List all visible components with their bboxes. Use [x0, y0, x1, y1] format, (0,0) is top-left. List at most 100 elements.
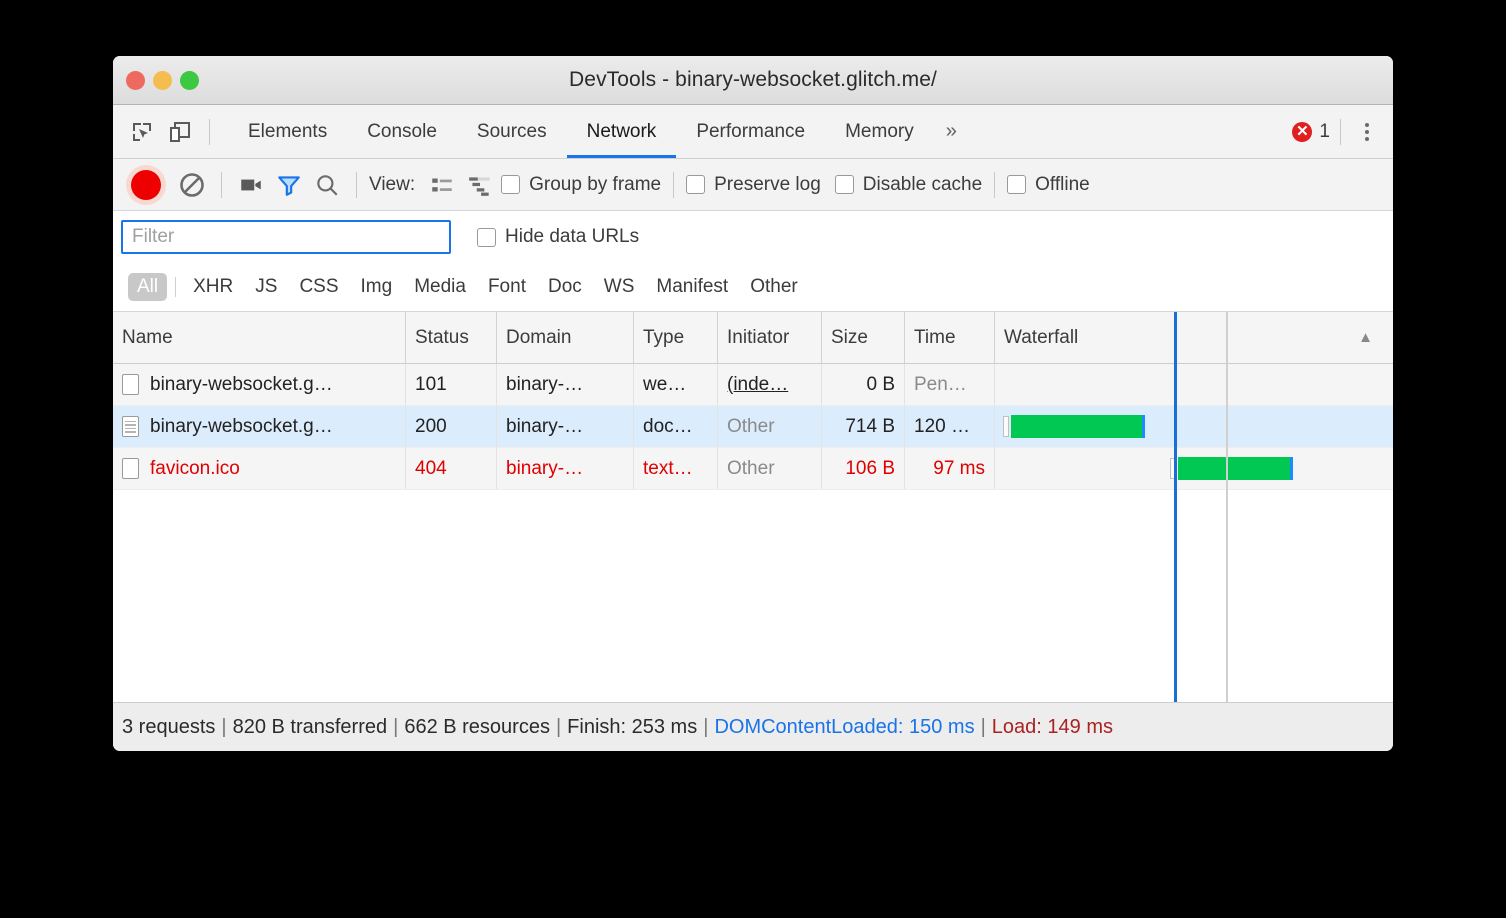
tab-elements[interactable]: Elements	[228, 105, 347, 158]
cell-time: 97 ms	[905, 448, 995, 489]
record-button[interactable]	[127, 166, 165, 204]
type-filter-css[interactable]: CSS	[290, 273, 347, 301]
type-filter-doc[interactable]: Doc	[539, 273, 591, 301]
tab-performance[interactable]: Performance	[676, 105, 825, 158]
checkbox-box	[501, 175, 520, 194]
network-toolbar: View: Group by frame Pres	[113, 159, 1393, 211]
tab-console[interactable]: Console	[347, 105, 457, 158]
cell-initiator: Other	[718, 448, 822, 489]
cell-type: we…	[634, 364, 718, 405]
finish-time: Finish: 253 ms	[567, 716, 697, 739]
devtools-tab-bar: Elements Console Sources Network Perform…	[113, 105, 1393, 159]
checkbox-box	[686, 175, 705, 194]
table-row[interactable]: favicon.ico 404 binary-… text… Other 106…	[113, 448, 1393, 490]
tabbar-divider	[209, 119, 210, 145]
transferred-size: 820 B transferred	[233, 716, 388, 739]
status-separator: |	[703, 716, 708, 739]
toolbar-divider-3	[673, 172, 674, 198]
cell-status: 101	[406, 364, 497, 405]
search-icon[interactable]	[308, 166, 346, 204]
column-header-size[interactable]: Size	[822, 312, 905, 363]
column-header-type[interactable]: Type	[634, 312, 718, 363]
close-window-button[interactable]	[126, 71, 145, 90]
more-vertical-icon[interactable]	[1351, 123, 1383, 141]
tab-sources[interactable]: Sources	[457, 105, 567, 158]
request-name: binary-websocket.g…	[150, 374, 333, 396]
group-by-frame-checkbox[interactable]: Group by frame	[501, 174, 661, 196]
cell-name[interactable]: favicon.ico	[113, 448, 406, 489]
column-header-initiator[interactable]: Initiator	[718, 312, 822, 363]
toolbar-divider-2	[356, 172, 357, 198]
type-filter-xhr[interactable]: XHR	[184, 273, 242, 301]
inspect-cursor-icon[interactable]	[123, 113, 161, 151]
type-filter-manifest[interactable]: Manifest	[647, 273, 737, 301]
status-separator: |	[393, 716, 398, 739]
table-header-row: Name Status Domain Type Initiator Size T…	[113, 312, 1393, 364]
table-row[interactable]: binary-websocket.g… 200 binary-… doc… Ot…	[113, 406, 1393, 448]
hide-data-urls-label: Hide data URLs	[505, 226, 639, 248]
group-by-frame-label: Group by frame	[529, 174, 661, 196]
type-filter-divider	[175, 277, 176, 297]
blank-document-icon	[122, 458, 139, 479]
checkbox-box	[835, 175, 854, 194]
list-view-icon[interactable]	[423, 166, 461, 204]
type-filter-font[interactable]: Font	[479, 273, 535, 301]
column-header-domain[interactable]: Domain	[497, 312, 634, 363]
column-header-status[interactable]: Status	[406, 312, 497, 363]
type-filter-all[interactable]: All	[128, 273, 167, 301]
filter-row: Hide data URLs	[113, 211, 1393, 263]
offline-label: Offline	[1035, 174, 1090, 196]
type-filter-other[interactable]: Other	[741, 273, 807, 301]
type-filter-img[interactable]: Img	[352, 273, 402, 301]
tabbar-right-divider	[1340, 119, 1341, 145]
cell-waterfall	[995, 364, 1393, 405]
dom-content-loaded-time: DOMContentLoaded: 150 ms	[714, 716, 974, 739]
filter-input[interactable]	[121, 220, 451, 254]
cell-name[interactable]: binary-websocket.g…	[113, 406, 406, 447]
column-header-waterfall-label: Waterfall	[1004, 327, 1078, 349]
column-header-waterfall[interactable]: Waterfall ▲	[995, 312, 1393, 363]
cell-domain: binary-…	[497, 448, 634, 489]
cell-initiator[interactable]: (inde…	[718, 364, 822, 405]
type-filter-ws[interactable]: WS	[595, 273, 644, 301]
column-header-name[interactable]: Name	[113, 312, 406, 363]
disable-cache-checkbox[interactable]: Disable cache	[835, 174, 982, 196]
hide-data-urls-checkbox[interactable]: Hide data URLs	[477, 226, 639, 248]
minimize-window-button[interactable]	[153, 71, 172, 90]
cell-waterfall	[995, 448, 1393, 489]
error-badge[interactable]: ✕ 1	[1292, 121, 1330, 143]
cell-size: 0 B	[822, 364, 905, 405]
error-icon: ✕	[1292, 122, 1312, 142]
cell-status: 404	[406, 448, 497, 489]
waterfall-view-icon[interactable]	[461, 166, 499, 204]
cell-domain: binary-…	[497, 406, 634, 447]
request-name: favicon.ico	[150, 458, 240, 480]
devtools-window: DevTools - binary-websocket.glitch.me/ E…	[113, 56, 1393, 751]
table-body: binary-websocket.g… 101 binary-… we… (in…	[113, 364, 1393, 490]
device-toolbar-icon[interactable]	[161, 113, 199, 151]
preserve-log-checkbox[interactable]: Preserve log	[686, 174, 821, 196]
type-filter-media[interactable]: Media	[405, 273, 475, 301]
offline-checkbox[interactable]: Offline	[1007, 174, 1090, 196]
tabbar-right-group: ✕ 1	[1292, 119, 1393, 145]
cell-type: doc…	[634, 406, 718, 447]
blank-document-icon	[122, 374, 139, 395]
tab-memory[interactable]: Memory	[825, 105, 934, 158]
column-header-time[interactable]: Time	[905, 312, 995, 363]
cell-name[interactable]: binary-websocket.g…	[113, 364, 406, 405]
cell-time: Pen…	[905, 364, 995, 405]
type-filter-js[interactable]: JS	[246, 273, 286, 301]
tab-network[interactable]: Network	[567, 105, 677, 158]
network-request-table: Name Status Domain Type Initiator Size T…	[113, 312, 1393, 702]
maximize-window-button[interactable]	[180, 71, 199, 90]
clear-button[interactable]	[173, 166, 211, 204]
filter-funnel-icon[interactable]	[270, 166, 308, 204]
checkbox-box	[477, 228, 496, 247]
cell-status: 200	[406, 406, 497, 447]
filmstrip-icon[interactable]	[232, 166, 270, 204]
cell-time: 120 …	[905, 406, 995, 447]
table-row[interactable]: binary-websocket.g… 101 binary-… we… (in…	[113, 364, 1393, 406]
more-tabs-icon[interactable]: »	[934, 120, 969, 143]
cell-size: 714 B	[822, 406, 905, 447]
resources-size: 662 B resources	[404, 716, 550, 739]
